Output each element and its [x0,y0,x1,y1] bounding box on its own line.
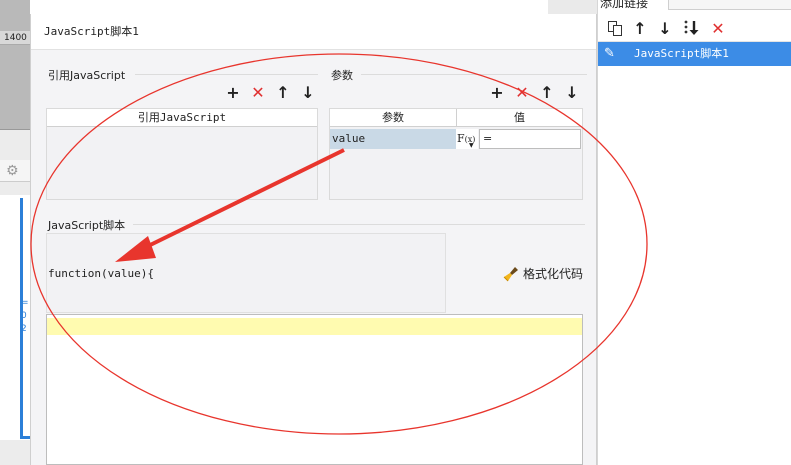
selection-border-bottom [20,436,30,439]
delete-icon[interactable]: ✕ [514,85,530,101]
move-up-icon[interactable]: ↑ [632,21,648,37]
delete-icon[interactable]: ✕ [710,21,726,37]
add-icon[interactable]: + [489,85,505,101]
column-header[interactable]: 值 [457,109,582,127]
current-line-highlight [47,318,582,335]
move-down-icon[interactable]: ↓ [564,85,580,101]
column-header[interactable]: 引用JavaScript [47,109,317,127]
code-editor[interactable] [46,314,583,465]
ruler-value: 1400 [4,33,27,43]
panel-tabs: 添加链接 [598,0,791,10]
param-name-cell[interactable]: value [330,129,456,149]
link-list-item[interactable]: ✎ JavaScript脚本1 [598,42,791,66]
params-table: 参数 值 value F(x) ▼ = [329,108,583,200]
referenced-js-table: 引用JavaScript [46,108,318,200]
params-label: 参数 [331,69,353,82]
move-up-icon[interactable]: ↑ [275,85,291,101]
dialog-title: JavaScript脚本1 [31,14,596,50]
ruler: 1400 [0,31,30,45]
broom-icon [503,266,518,281]
panel-toolbar: ↑ ↓ ✕ [598,14,791,42]
referenced-js-label: 引用JavaScript [48,69,126,82]
add-icon[interactable]: + [225,85,241,101]
add-dropdown[interactable] [668,0,791,10]
format-code-label: 格式化代码 [523,267,584,281]
format-code-button[interactable]: 格式化代码 [503,265,583,282]
tick-label: 0 [21,311,27,321]
column-header[interactable]: 参数 [330,109,457,127]
copy-icon[interactable] [607,20,623,36]
window-edge [548,0,597,14]
delete-icon[interactable]: ✕ [250,85,266,101]
formula-button[interactable]: F(x) ▼ [456,129,478,149]
script-label: JavaScript脚本 [48,219,126,232]
dropdown-arrow-icon: ▼ [469,142,474,149]
background-gray-area [0,0,30,130]
background-toolbar: ⚙ [0,160,30,182]
param-value-input[interactable]: = [479,129,581,149]
move-down-icon[interactable]: ↓ [657,21,673,37]
move-down-icon[interactable]: ↓ [300,85,316,101]
edit-icon: ✎ [604,46,615,61]
table-header: 引用JavaScript [47,109,317,127]
sort-icon[interactable] [683,20,701,36]
function-signature: function(value){ [48,267,154,280]
javascript-dialog: JavaScript脚本1 引用JavaScript + ✕ ↑ ↓ 引用Jav… [30,14,597,465]
group-divider [135,74,318,75]
link-item-label: JavaScript脚本1 [634,47,729,60]
group-divider [361,74,587,75]
move-up-icon[interactable]: ↑ [539,85,555,101]
link-list-panel: 添加链接 ↑ ↓ ✕ ✎ JavaScript脚本1 [597,0,791,465]
add-link-tab[interactable]: 添加链接 [600,0,648,10]
tick-label: 2 [21,324,27,334]
tick-label: = [21,298,29,308]
group-divider [133,224,585,225]
function-signature-area: function(value){ [46,233,446,313]
background-app-strip: 1400 ⚙ = 0 2 [0,0,30,465]
gear-icon[interactable]: ⚙ [6,163,22,179]
table-header: 参数 值 [330,109,582,127]
